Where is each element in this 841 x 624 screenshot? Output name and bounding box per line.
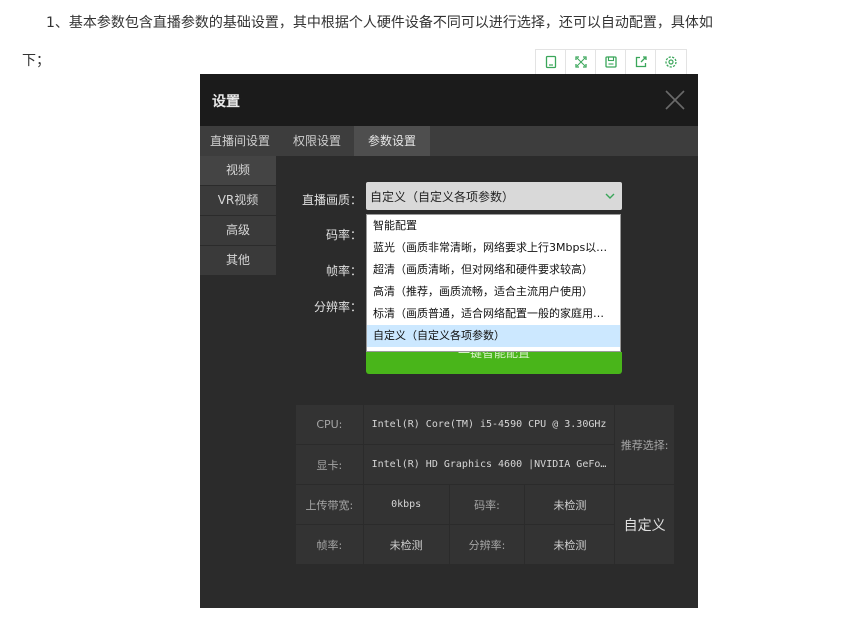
- sidebar: 视频 VR视频 高级 其他: [200, 156, 276, 276]
- framerate-label: 帧率：: [325, 264, 362, 278]
- close-icon[interactable]: [664, 89, 686, 111]
- auto-config-button[interactable]: 一键智能配置: [366, 352, 622, 374]
- settings-icon: [665, 56, 677, 68]
- option-sd[interactable]: 标清（画质普通，适合网络配置一般的家庭用…: [367, 303, 620, 325]
- upload-label: 上传带宽:: [295, 484, 364, 525]
- cpu-label: CPU:: [295, 404, 364, 445]
- quality-label: 直播画质：: [301, 193, 362, 207]
- bitrate-label: 码率：: [325, 228, 362, 242]
- settings-button[interactable]: [656, 50, 686, 74]
- form-labels: 直播画质： 码率： 帧率： 分辨率：: [290, 184, 362, 324]
- sidebar-item-advanced[interactable]: 高级: [200, 216, 276, 245]
- dialog-title: 设置: [212, 94, 240, 110]
- option-ultra-hd[interactable]: 超清（画质清晰，但对网络和硬件要求较高）: [367, 259, 620, 281]
- bitrate-info-value: 未检测: [524, 484, 616, 525]
- upload-value: 0kbps: [362, 484, 450, 525]
- share-icon: [635, 56, 647, 68]
- quality-select-value: 自定义（自定义各项参数）: [370, 190, 515, 204]
- tab-parameter-settings[interactable]: 参数设置: [354, 126, 430, 156]
- save-icon: [604, 56, 617, 68]
- auto-config-label: 一键智能配置: [457, 352, 530, 360]
- recommend-label: 推荐选择:: [614, 404, 675, 485]
- framerate-info-label: 帧率:: [295, 524, 364, 565]
- image-toolbar: [535, 49, 687, 75]
- hardware-info-table: CPU: Intel(R) Core(TM) i5-4590 CPU @ 3.3…: [295, 404, 675, 565]
- option-smart-config[interactable]: 智能配置: [367, 215, 620, 237]
- sidebar-item-vr-video[interactable]: VR视频: [200, 186, 276, 215]
- article-paragraph-line1: 1、基本参数包含直播参数的基础设置，其中根据个人硬件设备不同可以进行选择，还可以…: [46, 15, 713, 31]
- option-bluray[interactable]: 蓝光（画质非常清晰，网络要求上行3Mbps以…: [367, 237, 620, 259]
- quality-select[interactable]: 自定义（自定义各项参数）: [366, 182, 622, 210]
- article-paragraph-line2: 下；: [22, 53, 50, 69]
- resolution-info-value: 未检测: [524, 524, 616, 565]
- tab-live-room-settings[interactable]: 直播间设置: [200, 126, 280, 156]
- copy-button[interactable]: [536, 50, 566, 74]
- tab-permission-settings[interactable]: 权限设置: [282, 126, 352, 156]
- copy-icon: [545, 55, 556, 69]
- cpu-value: Intel(R) Core(TM) i5-4590 CPU @ 3.30GHz: [362, 404, 616, 445]
- gpu-label: 显卡:: [295, 444, 364, 485]
- dialog-tabs: 直播间设置 权限设置 参数设置: [200, 126, 698, 156]
- dialog-header: 设置: [200, 74, 698, 126]
- sidebar-item-other[interactable]: 其他: [200, 246, 276, 275]
- expand-button[interactable]: [566, 50, 596, 74]
- recommend-value: 自定义: [614, 484, 675, 565]
- resolution-label: 分辨率：: [313, 300, 362, 314]
- resolution-info-label: 分辨率:: [448, 524, 526, 565]
- sidebar-item-video[interactable]: 视频: [200, 156, 276, 185]
- framerate-info-value: 未检测: [362, 524, 450, 565]
- bitrate-info-label: 码率:: [448, 484, 526, 525]
- option-custom[interactable]: 自定义（自定义各项参数）: [367, 325, 620, 347]
- quality-dropdown-list: 智能配置 蓝光（画质非常清晰，网络要求上行3Mbps以… 超清（画质清晰，但对网…: [366, 214, 621, 352]
- share-button[interactable]: [626, 50, 656, 74]
- chevron-down-icon: [605, 193, 615, 199]
- save-button[interactable]: [596, 50, 626, 74]
- settings-dialog: 设置 直播间设置 权限设置 参数设置 视频 VR视频 高级 其他 直播画质： 码…: [200, 74, 698, 608]
- expand-icon: [574, 56, 587, 68]
- option-hd[interactable]: 高清（推荐，画质流畅，适合主流用户使用）: [367, 281, 620, 303]
- gpu-value: Intel(R) HD Graphics 4600 |NVIDIA GeFo…: [362, 444, 616, 485]
